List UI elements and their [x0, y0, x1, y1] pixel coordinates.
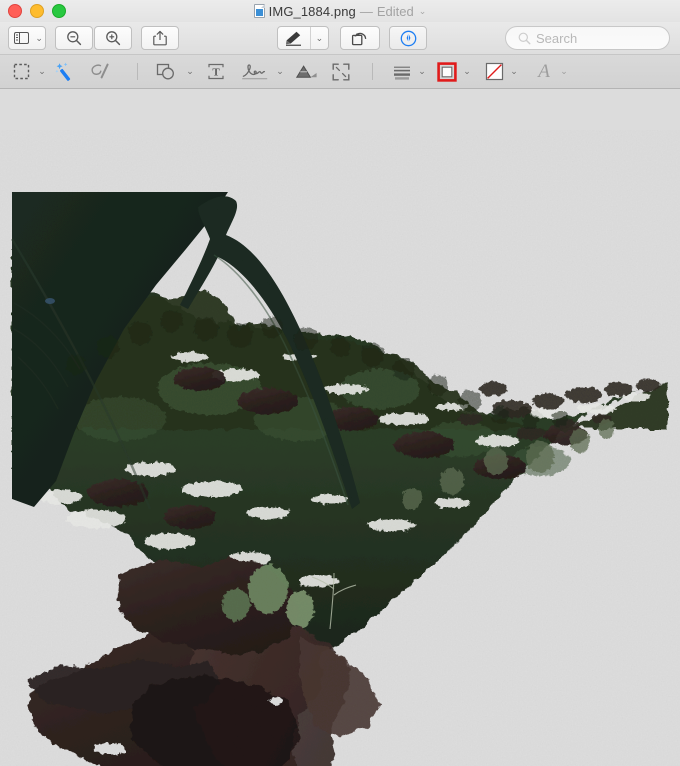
selection-chevron-down-icon[interactable]: ⌄ [34, 55, 50, 88]
highlight-chevron-down-icon[interactable]: ⌄ [311, 27, 328, 49]
markup-toolbar-toggle-button[interactable] [389, 26, 427, 50]
border-color-button[interactable] [434, 55, 460, 88]
text-icon: T [207, 63, 225, 80]
signature-icon [241, 63, 269, 81]
shapes-icon [156, 63, 178, 81]
highlighter-icon [278, 27, 310, 49]
border-color-icon [437, 61, 457, 82]
share-button[interactable] [141, 26, 179, 50]
zoom-out-icon [66, 30, 82, 46]
title-edited-status: Edited [376, 3, 414, 19]
highlight-button[interactable]: ⌄ [277, 26, 329, 50]
zoom-out-button[interactable] [55, 26, 93, 50]
title-separator: — [359, 3, 373, 19]
fill-color-chevron-down-icon[interactable]: ⌄ [506, 55, 522, 88]
shapes-tool-button[interactable] [152, 55, 182, 88]
zoom-in-button[interactable] [94, 26, 132, 50]
rectangular-selection-icon [13, 63, 30, 80]
title-filename: IMG_1884.png [268, 3, 356, 19]
adjust-color-icon [295, 64, 319, 80]
sidebar-icon [9, 27, 33, 49]
shape-style-button[interactable] [388, 55, 416, 88]
share-icon [153, 30, 167, 46]
preview-window: IMG_1884.png — Edited ⌄ ⌄ ⌄ Search ⌄ ⌄ T… [0, 0, 680, 766]
svg-text:T: T [212, 66, 220, 78]
sketch-tool-button[interactable] [86, 55, 116, 88]
text-style-icon: A [538, 60, 550, 82]
sidebar-toggle-button[interactable]: ⌄ [8, 26, 46, 50]
selection-tool-button[interactable] [8, 55, 34, 88]
shape-style-chevron-down-icon[interactable]: ⌄ [414, 55, 430, 88]
markup-separator [137, 63, 138, 80]
adjust-size-icon [332, 63, 350, 81]
fill-color-icon [485, 62, 504, 81]
sketch-icon [89, 63, 113, 81]
markup-separator-2 [372, 63, 373, 80]
fill-color-button[interactable] [481, 55, 507, 88]
adjust-color-button[interactable] [292, 55, 322, 88]
text-tool-button[interactable]: T [203, 55, 229, 88]
sidebar-chevron-down-icon[interactable]: ⌄ [33, 27, 45, 49]
shapes-chevron-down-icon[interactable]: ⌄ [182, 55, 198, 88]
png-document-icon [253, 4, 265, 18]
shape-style-icon [392, 64, 412, 80]
signature-tool-button[interactable] [238, 55, 272, 88]
adjust-size-button[interactable] [327, 55, 355, 88]
zoom-in-icon [105, 30, 121, 46]
signature-chevron-down-icon[interactable]: ⌄ [272, 55, 288, 88]
close-button[interactable] [8, 4, 22, 18]
rotate-button[interactable] [340, 26, 380, 50]
border-color-chevron-down-icon[interactable]: ⌄ [459, 55, 475, 88]
markup-toolbar: ⌄ ⌄ T ⌄ ⌄ ⌄ ⌄ A ⌄ [0, 55, 680, 89]
main-toolbar: ⌄ ⌄ Search [0, 22, 680, 55]
preview-image[interactable] [0, 89, 680, 766]
rotate-left-icon [351, 30, 369, 47]
search-icon [518, 32, 531, 45]
titlebar: IMG_1884.png — Edited ⌄ [0, 0, 680, 22]
search-placeholder: Search [536, 30, 578, 46]
instant-alpha-button[interactable] [52, 55, 80, 88]
text-style-chevron-down-icon[interactable]: ⌄ [556, 55, 572, 88]
magic-wand-icon [55, 62, 77, 82]
title-chevron-down-icon[interactable]: ⌄ [419, 6, 427, 17]
search-field[interactable]: Search [505, 26, 670, 50]
traffic-light-group [8, 0, 66, 22]
text-style-button[interactable]: A [532, 55, 556, 88]
image-canvas[interactable] [0, 89, 680, 766]
markup-toolbar-icon [400, 30, 417, 47]
window-title: IMG_1884.png — Edited ⌄ [0, 0, 680, 22]
maximize-button[interactable] [52, 4, 66, 18]
minimize-button[interactable] [30, 4, 44, 18]
